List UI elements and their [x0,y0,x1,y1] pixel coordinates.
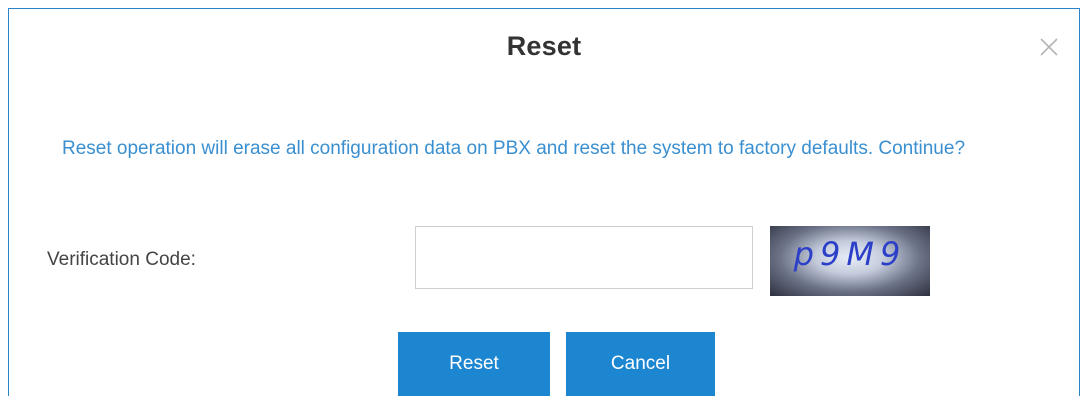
warning-message: Reset operation will erase all configura… [62,138,966,159]
reset-dialog: Reset Reset operation will erase all con… [8,8,1080,396]
captcha-image[interactable]: p9M9 [770,226,930,296]
captcha-text: p9M9 [793,235,907,273]
verification-code-label: Verification Code: [47,249,196,270]
dialog-title: Reset [506,31,582,61]
reset-button[interactable]: Reset [398,332,550,396]
cancel-button[interactable]: Cancel [566,332,715,396]
close-icon[interactable] [1037,35,1061,59]
verification-code-input[interactable] [415,226,753,289]
